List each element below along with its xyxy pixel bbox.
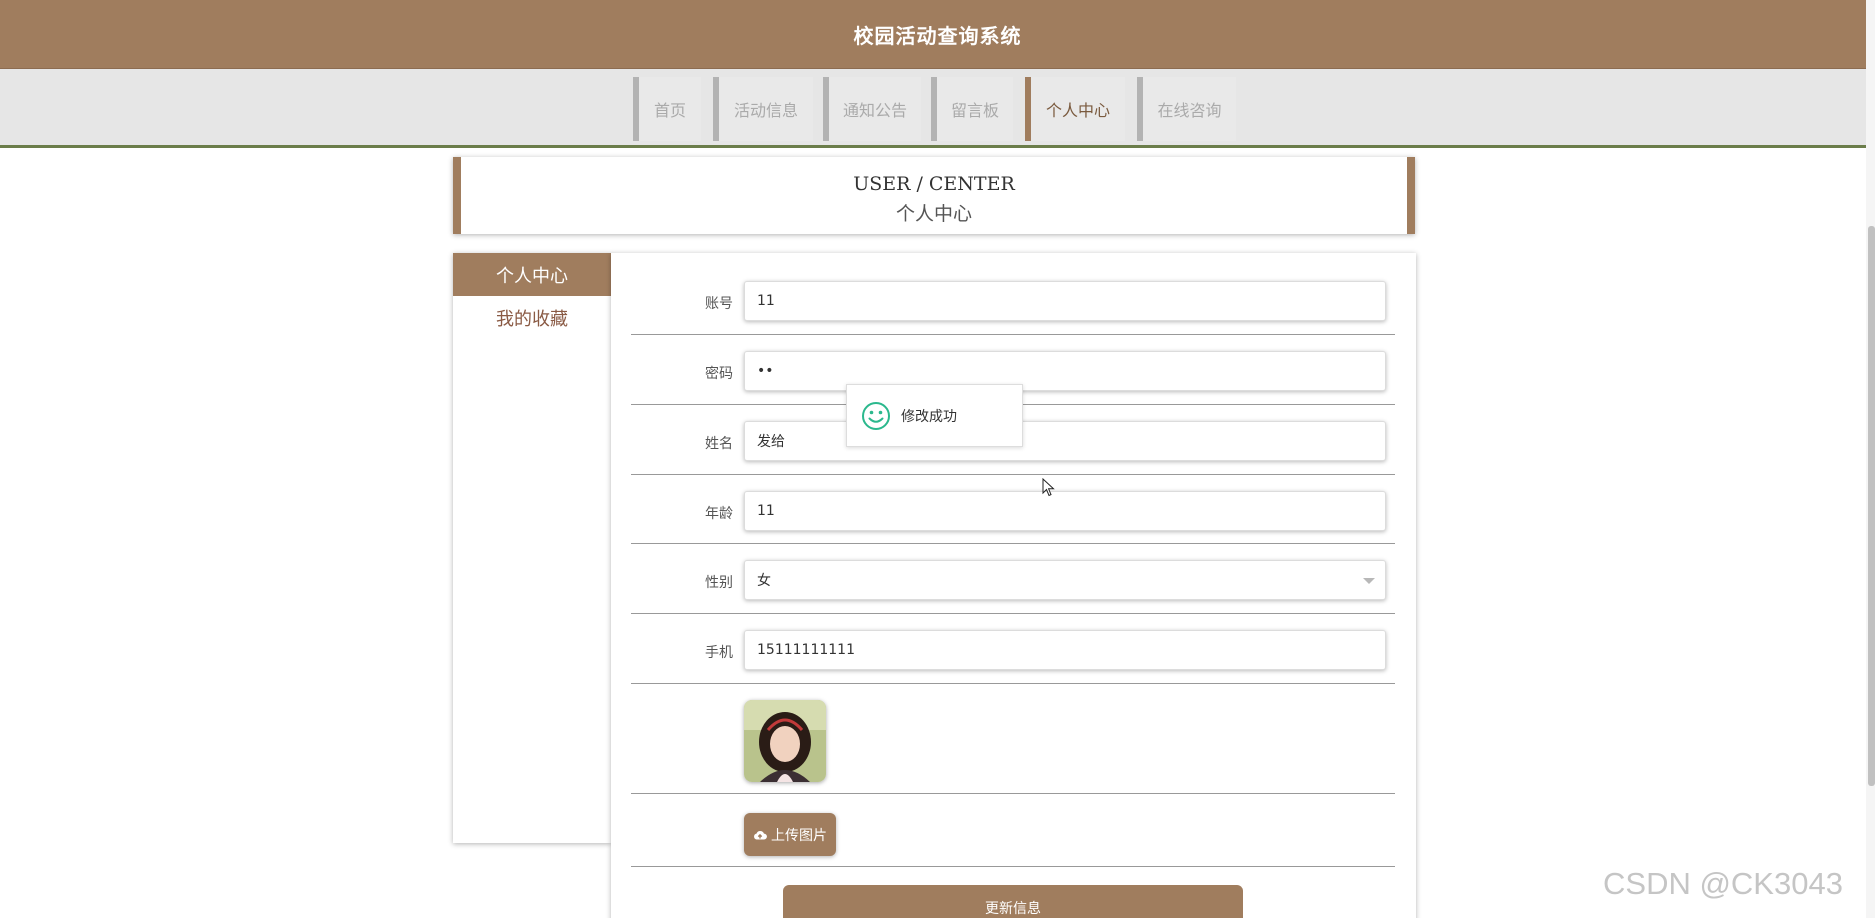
form-row-avatar	[631, 684, 1395, 794]
success-toast: 修改成功	[846, 384, 1023, 447]
nav-item-user-center[interactable]: 个人中心	[1025, 77, 1125, 141]
password-input[interactable]: ••	[744, 351, 1386, 391]
sidebar: 个人中心 我的收藏	[453, 253, 611, 843]
update-button-label: 更新信息	[985, 901, 1041, 917]
age-input[interactable]: 11	[744, 491, 1386, 531]
page-scrollbar-thumb[interactable]	[1868, 226, 1875, 786]
smile-icon	[862, 401, 890, 430]
watermark: CSDN @CK3043	[1603, 866, 1843, 901]
name-value: 发给	[757, 434, 785, 450]
nav-item-activities[interactable]: 活动信息	[713, 77, 813, 141]
update-info-button[interactable]: 更新信息	[783, 885, 1243, 918]
cloud-upload-icon	[754, 830, 767, 839]
password-label: 密码	[705, 366, 733, 382]
nav-item-online-consult[interactable]: 在线咨询	[1137, 77, 1236, 141]
age-value: 11	[757, 503, 775, 519]
age-label: 年龄	[705, 506, 733, 522]
chevron-down-icon	[1363, 578, 1375, 584]
avatar-image	[744, 700, 826, 782]
form-row-account: 账号 11	[631, 281, 1395, 335]
profile-form: 账号 11 密码 •• 姓名 发给 年龄 11 性别 女 手机 15111111…	[611, 253, 1416, 918]
upload-button-label: 上传图片	[771, 827, 827, 844]
app-title: 校园活动查询系统	[853, 23, 1022, 48]
toast-message: 修改成功	[901, 408, 957, 425]
account-input[interactable]: 11	[744, 281, 1386, 321]
page-title-cn: 个人中心	[895, 203, 972, 225]
phone-label: 手机	[705, 645, 733, 661]
phone-value: 15111111111	[757, 642, 855, 658]
nav-item-message-board[interactable]: 留言板	[931, 77, 1013, 141]
avatar	[744, 700, 826, 782]
account-value: 11	[757, 293, 775, 309]
gender-value: 女	[757, 573, 771, 589]
sidebar-item-favorites[interactable]: 我的收藏	[453, 296, 611, 339]
account-label: 账号	[705, 296, 733, 312]
form-row-age: 年龄 11	[631, 475, 1395, 544]
gender-label: 性别	[705, 575, 733, 591]
form-row-gender: 性别 女	[631, 544, 1395, 614]
nav-item-home[interactable]: 首页	[633, 77, 701, 141]
page-header-card: USER / CENTER 个人中心	[453, 157, 1415, 234]
form-row-upload: 上传图片	[631, 794, 1395, 867]
gender-select[interactable]: 女	[744, 560, 1386, 600]
name-input[interactable]: 发给	[744, 421, 1386, 461]
form-row-phone: 手机 15111111111	[631, 614, 1395, 684]
name-label: 姓名	[705, 436, 733, 452]
mouse-cursor-icon	[1042, 478, 1055, 497]
password-value: ••	[757, 363, 774, 379]
upload-image-button[interactable]: 上传图片	[744, 813, 836, 856]
phone-input[interactable]: 15111111111	[744, 630, 1386, 670]
main-nav: 首页 活动信息 通知公告 留言板 个人中心 在线咨询	[0, 69, 1875, 148]
page-title-en: USER / CENTER	[853, 173, 1015, 195]
sidebar-item-user-center[interactable]: 个人中心	[453, 253, 611, 296]
app-header: 校园活动查询系统	[0, 0, 1875, 69]
nav-item-notices[interactable]: 通知公告	[823, 77, 921, 141]
